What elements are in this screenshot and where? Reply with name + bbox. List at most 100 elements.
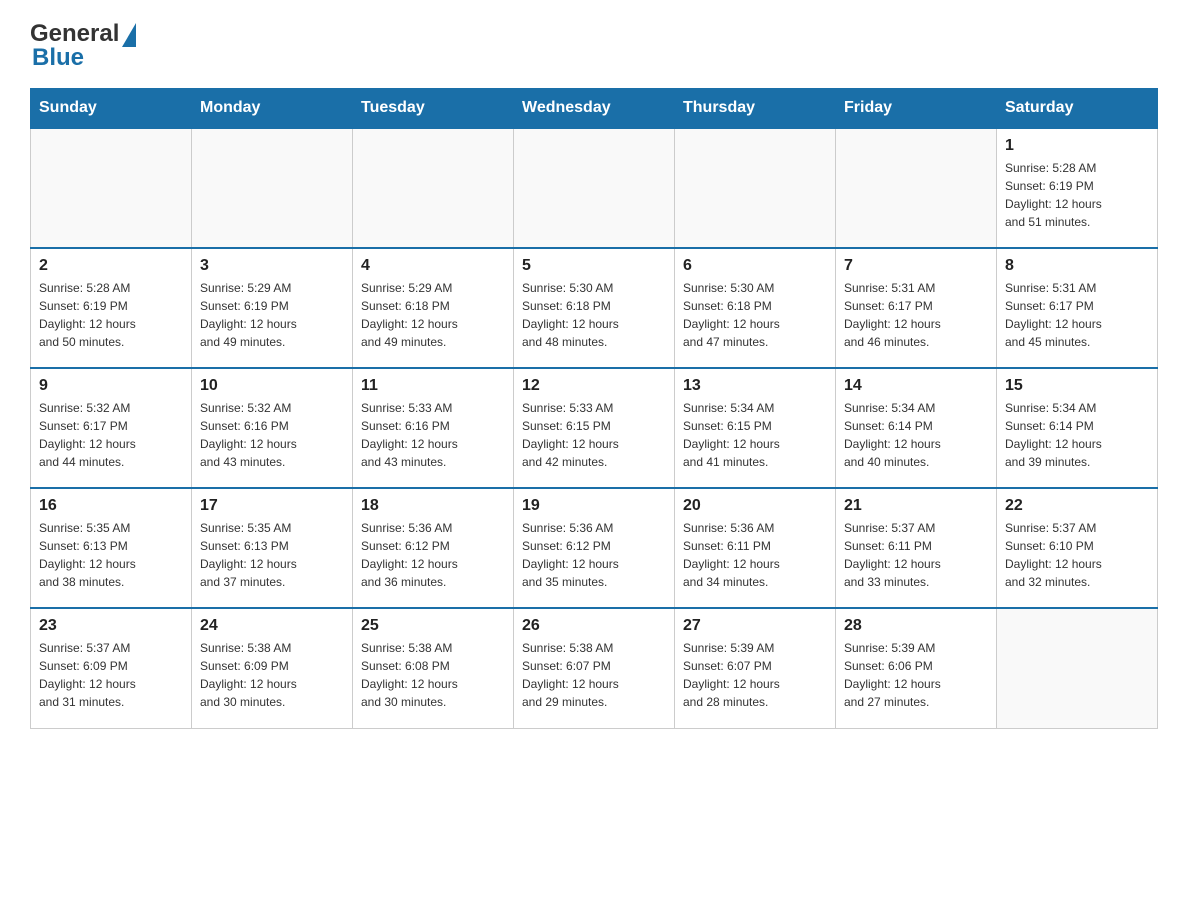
day-number: 8 <box>1005 257 1149 275</box>
logo: General Blue <box>30 20 136 72</box>
calendar-cell: 27 Sunrise: 5:39 AM Sunset: 6:07 PM Dayli… <box>675 608 836 728</box>
day-number: 21 <box>844 497 988 515</box>
calendar-cell: 24 Sunrise: 5:38 AM Sunset: 6:09 PM Dayli… <box>192 608 353 728</box>
calendar-cell: 2Sunrise: 5:28 AM Sunset: 6:19 PM Daylig… <box>31 248 192 368</box>
day-info: Sunrise: 5:33 AM Sunset: 6:16 PM Dayligh… <box>361 399 505 471</box>
calendar-cell <box>353 128 514 248</box>
day-number: 27 <box>683 617 827 635</box>
calendar-cell: 7 Sunrise: 5:31 AM Sunset: 6:17 PM Daylig… <box>836 248 997 368</box>
day-info: Sunrise: 5:28 AM Sunset: 6:19 PM Dayligh… <box>1005 159 1149 231</box>
calendar-cell: 11 Sunrise: 5:33 AM Sunset: 6:16 PM Dayli… <box>353 368 514 488</box>
day-info: Sunrise: 5:34 AM Sunset: 6:14 PM Dayligh… <box>1005 399 1149 471</box>
col-sunday: Sunday <box>31 89 192 129</box>
calendar-cell: 9 Sunrise: 5:32 AM Sunset: 6:17 PM Daylig… <box>31 368 192 488</box>
day-info: Sunrise: 5:35 AM Sunset: 6:13 PM Dayligh… <box>200 519 344 591</box>
page-header: General Blue <box>30 20 1158 72</box>
day-info: Sunrise: 5:38 AM Sunset: 6:09 PM Dayligh… <box>200 639 344 711</box>
logo-arrow-icon <box>122 23 136 47</box>
day-number: 3 <box>200 257 344 275</box>
calendar-week-row: 16 Sunrise: 5:35 AM Sunset: 6:13 PM Dayli… <box>31 488 1158 608</box>
day-number: 24 <box>200 617 344 635</box>
day-number: 23 <box>39 617 183 635</box>
calendar-cell <box>514 128 675 248</box>
day-info: Sunrise: 5:36 AM Sunset: 6:12 PM Dayligh… <box>522 519 666 591</box>
calendar-cell <box>675 128 836 248</box>
calendar-cell: 19 Sunrise: 5:36 AM Sunset: 6:12 PM Dayli… <box>514 488 675 608</box>
day-info: Sunrise: 5:30 AM Sunset: 6:18 PM Dayligh… <box>522 279 666 351</box>
calendar-week-row: 2Sunrise: 5:28 AM Sunset: 6:19 PM Daylig… <box>31 248 1158 368</box>
calendar-cell <box>836 128 997 248</box>
day-info: Sunrise: 5:34 AM Sunset: 6:14 PM Dayligh… <box>844 399 988 471</box>
day-info: Sunrise: 5:33 AM Sunset: 6:15 PM Dayligh… <box>522 399 666 471</box>
day-info: Sunrise: 5:39 AM Sunset: 6:07 PM Dayligh… <box>683 639 827 711</box>
calendar-cell: 8 Sunrise: 5:31 AM Sunset: 6:17 PM Daylig… <box>997 248 1158 368</box>
day-info: Sunrise: 5:32 AM Sunset: 6:17 PM Dayligh… <box>39 399 183 471</box>
day-info: Sunrise: 5:32 AM Sunset: 6:16 PM Dayligh… <box>200 399 344 471</box>
day-info: Sunrise: 5:37 AM Sunset: 6:10 PM Dayligh… <box>1005 519 1149 591</box>
calendar-cell: 1 Sunrise: 5:28 AM Sunset: 6:19 PM Daylig… <box>997 128 1158 248</box>
day-number: 15 <box>1005 377 1149 395</box>
col-wednesday: Wednesday <box>514 89 675 129</box>
calendar-cell: 15 Sunrise: 5:34 AM Sunset: 6:14 PM Dayli… <box>997 368 1158 488</box>
col-saturday: Saturday <box>997 89 1158 129</box>
col-tuesday: Tuesday <box>353 89 514 129</box>
col-thursday: Thursday <box>675 89 836 129</box>
calendar-cell: 4 Sunrise: 5:29 AM Sunset: 6:18 PM Daylig… <box>353 248 514 368</box>
calendar-cell: 3 Sunrise: 5:29 AM Sunset: 6:19 PM Daylig… <box>192 248 353 368</box>
calendar-week-row: 1 Sunrise: 5:28 AM Sunset: 6:19 PM Daylig… <box>31 128 1158 248</box>
calendar-cell: 21 Sunrise: 5:37 AM Sunset: 6:11 PM Dayli… <box>836 488 997 608</box>
day-number: 13 <box>683 377 827 395</box>
calendar-cell: 10Sunrise: 5:32 AM Sunset: 6:16 PM Dayli… <box>192 368 353 488</box>
day-info: Sunrise: 5:34 AM Sunset: 6:15 PM Dayligh… <box>683 399 827 471</box>
day-info: Sunrise: 5:28 AM Sunset: 6:19 PM Dayligh… <box>39 279 183 351</box>
day-number: 18 <box>361 497 505 515</box>
day-number: 22 <box>1005 497 1149 515</box>
day-info: Sunrise: 5:31 AM Sunset: 6:17 PM Dayligh… <box>844 279 988 351</box>
day-info: Sunrise: 5:38 AM Sunset: 6:07 PM Dayligh… <box>522 639 666 711</box>
calendar-cell: 17 Sunrise: 5:35 AM Sunset: 6:13 PM Dayli… <box>192 488 353 608</box>
col-friday: Friday <box>836 89 997 129</box>
calendar-cell <box>997 608 1158 728</box>
calendar-cell: 13 Sunrise: 5:34 AM Sunset: 6:15 PM Dayli… <box>675 368 836 488</box>
day-number: 1 <box>1005 137 1149 155</box>
day-info: Sunrise: 5:29 AM Sunset: 6:19 PM Dayligh… <box>200 279 344 351</box>
day-number: 11 <box>361 377 505 395</box>
day-info: Sunrise: 5:30 AM Sunset: 6:18 PM Dayligh… <box>683 279 827 351</box>
day-number: 7 <box>844 257 988 275</box>
calendar-cell: 16 Sunrise: 5:35 AM Sunset: 6:13 PM Dayli… <box>31 488 192 608</box>
calendar-cell: 6 Sunrise: 5:30 AM Sunset: 6:18 PM Daylig… <box>675 248 836 368</box>
day-number: 6 <box>683 257 827 275</box>
day-info: Sunrise: 5:39 AM Sunset: 6:06 PM Dayligh… <box>844 639 988 711</box>
day-number: 14 <box>844 377 988 395</box>
calendar-cell: 18Sunrise: 5:36 AM Sunset: 6:12 PM Dayli… <box>353 488 514 608</box>
day-number: 9 <box>39 377 183 395</box>
day-number: 17 <box>200 497 344 515</box>
calendar-cell: 14 Sunrise: 5:34 AM Sunset: 6:14 PM Dayli… <box>836 368 997 488</box>
day-info: Sunrise: 5:37 AM Sunset: 6:11 PM Dayligh… <box>844 519 988 591</box>
calendar-cell: 28 Sunrise: 5:39 AM Sunset: 6:06 PM Dayli… <box>836 608 997 728</box>
day-info: Sunrise: 5:31 AM Sunset: 6:17 PM Dayligh… <box>1005 279 1149 351</box>
calendar-table: Sunday Monday Tuesday Wednesday Thursday… <box>30 88 1158 729</box>
day-info: Sunrise: 5:29 AM Sunset: 6:18 PM Dayligh… <box>361 279 505 351</box>
day-number: 25 <box>361 617 505 635</box>
calendar-cell: 12Sunrise: 5:33 AM Sunset: 6:15 PM Dayli… <box>514 368 675 488</box>
calendar-cell: 22 Sunrise: 5:37 AM Sunset: 6:10 PM Dayli… <box>997 488 1158 608</box>
day-info: Sunrise: 5:38 AM Sunset: 6:08 PM Dayligh… <box>361 639 505 711</box>
day-info: Sunrise: 5:37 AM Sunset: 6:09 PM Dayligh… <box>39 639 183 711</box>
day-info: Sunrise: 5:36 AM Sunset: 6:11 PM Dayligh… <box>683 519 827 591</box>
calendar-cell: 25 Sunrise: 5:38 AM Sunset: 6:08 PM Dayli… <box>353 608 514 728</box>
calendar-week-row: 9 Sunrise: 5:32 AM Sunset: 6:17 PM Daylig… <box>31 368 1158 488</box>
day-number: 4 <box>361 257 505 275</box>
day-number: 28 <box>844 617 988 635</box>
calendar-header-row: Sunday Monday Tuesday Wednesday Thursday… <box>31 89 1158 129</box>
day-number: 5 <box>522 257 666 275</box>
day-info: Sunrise: 5:35 AM Sunset: 6:13 PM Dayligh… <box>39 519 183 591</box>
day-number: 19 <box>522 497 666 515</box>
calendar-cell <box>192 128 353 248</box>
day-number: 16 <box>39 497 183 515</box>
day-number: 20 <box>683 497 827 515</box>
calendar-cell: 5 Sunrise: 5:30 AM Sunset: 6:18 PM Daylig… <box>514 248 675 368</box>
day-number: 26 <box>522 617 666 635</box>
calendar-cell: 23 Sunrise: 5:37 AM Sunset: 6:09 PM Dayli… <box>31 608 192 728</box>
calendar-week-row: 23 Sunrise: 5:37 AM Sunset: 6:09 PM Dayli… <box>31 608 1158 728</box>
